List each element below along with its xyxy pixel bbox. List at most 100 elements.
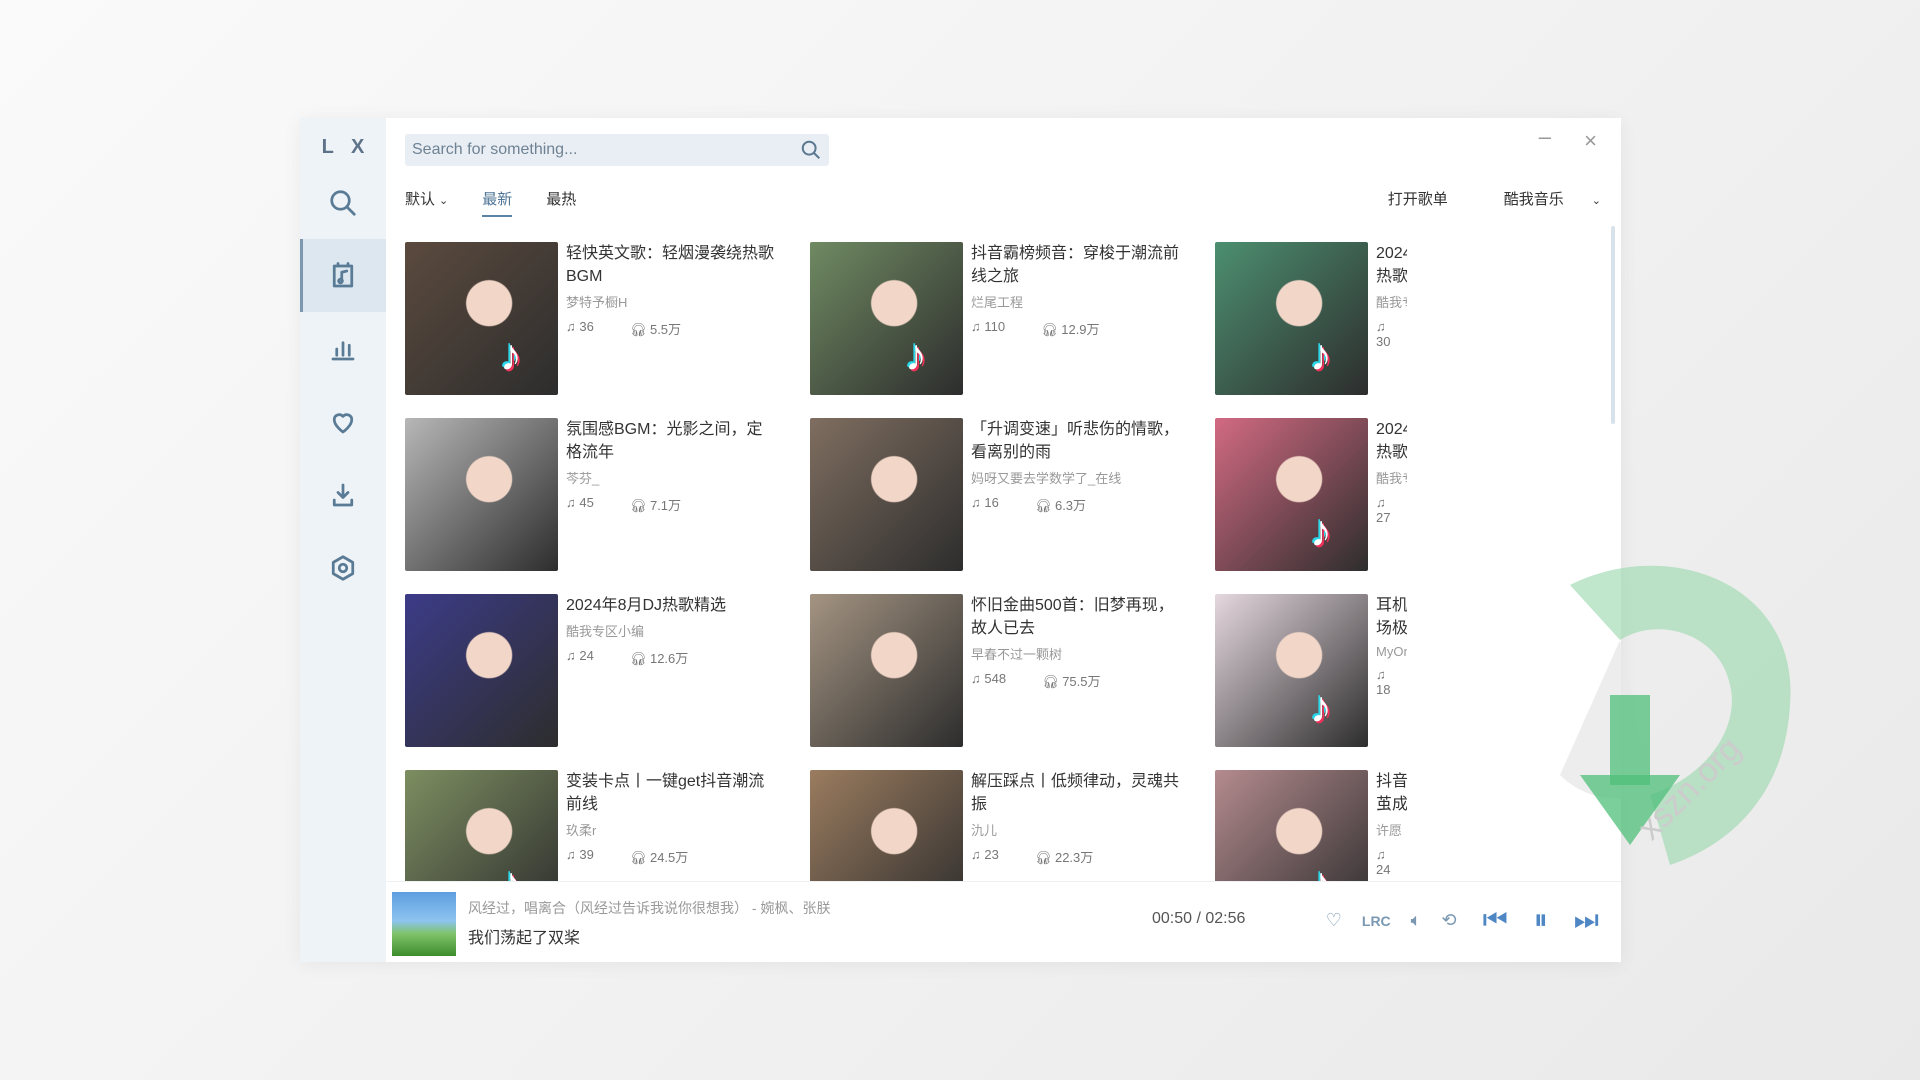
playlist-cover[interactable] <box>405 418 558 571</box>
playlist-card[interactable]: ♪ 2024年8月抖音热歌精选 酷我专区小编 ♫ 27 🎧︎ 20.3万 <box>1215 418 1407 594</box>
play-count: 🎧︎ 24.5万 <box>629 850 689 865</box>
tiktok-icon: ♪ <box>1309 330 1332 380</box>
heart-icon <box>332 412 354 433</box>
playlist-stats: ♫ 24 🎧︎ 63.3万 <box>1376 847 1407 882</box>
playlist-card[interactable]: ♪ 抖音神级曲: 破茧成蝶的氛围感浪漫 许愿 ♫ 24 🎧︎ 63.3万 <box>1215 770 1407 882</box>
playlist-title[interactable]: 氛围感BGM：光影之间，定格流年 <box>566 418 776 464</box>
tiktok-icon: ♪ <box>1309 506 1332 556</box>
playlist-card[interactable]: ♪ 轻快英文歌：轻烟漫袭绕热歌BGM 梦特予橱H ♫ 36 🎧︎ 5.5万 <box>405 242 810 418</box>
sidebar-item-search[interactable] <box>300 166 386 239</box>
close-button[interactable]: × <box>1584 128 1597 154</box>
lyrics-button[interactable]: LRC <box>1362 913 1391 929</box>
playlist-author: 早春不过一颗树 <box>971 647 1063 662</box>
playlist-card[interactable]: ♪ 变装卡点丨一键get抖音潮流前线 玖柔r ♫ 39 🎧︎ 24.5万 <box>405 770 810 882</box>
scrollbar[interactable] <box>1611 226 1615 424</box>
song-count: ♫ 36 <box>566 319 594 334</box>
search-icon[interactable] <box>793 139 829 161</box>
comment-icon[interactable]: ♡ <box>1326 910 1342 931</box>
playlist-cover[interactable]: ♪ <box>1215 770 1368 882</box>
playlist-cover[interactable]: ♪ <box>1215 242 1368 395</box>
playlist-stats: ♫ 16 🎧︎ 6.3万 <box>971 495 1181 514</box>
playlist-card[interactable]: 「升调变速」听悲伤的情歌，看离别的雨 妈呀又要去学数学了_在线 ♫ 16 🎧︎ … <box>810 418 1215 594</box>
playlist-title[interactable]: 抖音霸榜频音：穿梭于潮流前线之旅 <box>971 242 1181 288</box>
playlist-card[interactable]: ♪ 耳机遨风港:来场极致的心动作战 MyOnly ♫ 18 🎧︎ 22万 <box>1215 594 1407 770</box>
playlist-title[interactable]: 耳机遨风港:来场极致的心动作战 <box>1376 594 1407 640</box>
playlist-title[interactable]: 抖音神级曲: 破茧成蝶的氛围感浪漫 <box>1376 770 1407 816</box>
playlist-author: 玖柔r <box>566 823 597 838</box>
sidebar-item-chart[interactable] <box>300 312 386 385</box>
pause-icon[interactable]: ⏸︎ <box>1534 904 1548 937</box>
play-count: 🎧︎ 12.9万 <box>1041 322 1100 337</box>
minimize-button[interactable]: – <box>1539 124 1551 150</box>
playlist-cover[interactable]: ♪ <box>810 242 963 395</box>
player-controls: ♡ LRC 🔈︎ ⟲ ⏮︎ ⏸︎ ⏭︎ <box>1306 904 1599 937</box>
playlist-cover[interactable] <box>810 418 963 571</box>
playlist-title[interactable]: 变装卡点丨一键get抖音潮流前线 <box>566 770 776 816</box>
playlist-title[interactable]: 「升调变速」听悲伤的情歌，看离别的雨 <box>971 418 1181 464</box>
album-cover[interactable] <box>392 892 456 956</box>
playlist-author: MyOnly <box>1376 644 1407 659</box>
playlist-info: 2024年8月抖音热歌精选 酷我专区小编 ♫ 27 🎧︎ 20.3万 <box>1376 418 1407 594</box>
song-count: ♫ 30 <box>1376 319 1391 349</box>
chevron-down-icon: ⌄ <box>439 195 449 207</box>
song-count: ♫ 24 <box>566 648 594 663</box>
repeat-icon[interactable]: ⟲ <box>1441 910 1456 931</box>
playlist-cover[interactable] <box>810 594 963 747</box>
tiktok-icon: ♪ <box>1309 682 1332 732</box>
playlist-cover[interactable] <box>405 594 558 747</box>
playlist-title[interactable]: 轻快英文歌：轻烟漫袭绕热歌BGM <box>566 242 776 288</box>
playlist-card[interactable]: ♪ 2024年9月抖音热歌精选 酷我专区小编 ♫ 30 🎧︎ 22.9万 <box>1215 242 1407 418</box>
sidebar-item-favorites[interactable] <box>300 385 386 458</box>
previous-icon[interactable]: ⏮︎ <box>1483 904 1508 937</box>
search-input[interactable] <box>405 140 793 160</box>
song-count: ♫ 23 <box>971 847 999 862</box>
playlist-card[interactable]: 氛围感BGM：光影之间，定格流年 芩芬_ ♫ 45 🎧︎ 7.1万 <box>405 418 810 594</box>
playlist-title[interactable]: 2024年8月DJ热歌精选 <box>566 594 776 617</box>
sidebar-item-settings[interactable] <box>300 531 386 604</box>
playlist-author: 氿儿 <box>971 823 998 838</box>
playlist-title[interactable]: 解压踩点丨低频律动，灵魂共振 <box>971 770 1181 816</box>
playlist-author: 酷我专区小编 <box>1376 295 1407 310</box>
watermark-logo: xszn.org <box>1560 565 1791 865</box>
tiktok-icon: ♪ <box>904 330 927 380</box>
tab-hottest[interactable]: 最热 <box>546 188 576 217</box>
playlist-card[interactable]: ♪ 抖音霸榜频音：穿梭于潮流前线之旅 烂尾工程 ♫ 110 🎧︎ 12.9万 <box>810 242 1215 418</box>
tab-default[interactable]: 默认 ⌄ <box>405 188 448 217</box>
playlist-card[interactable]: 2024年8月DJ热歌精选 酷我专区小编 ♫ 24 🎧︎ 12.6万 <box>405 594 810 770</box>
playlist-title[interactable]: 2024年8月抖音热歌精选 <box>1376 418 1407 464</box>
playlist-info: 解压踩点丨低频律动，灵魂共振 氿儿 ♫ 23 🎧︎ 22.3万 <box>971 770 1181 882</box>
sidebar-item-songlist[interactable] <box>300 239 386 312</box>
tab-newest[interactable]: 最新 <box>482 188 513 217</box>
sidebar-item-download[interactable] <box>300 458 386 531</box>
search-box[interactable] <box>405 134 829 166</box>
playlist-card[interactable]: 解压踩点丨低频律动，灵魂共振 氿儿 ♫ 23 🎧︎ 22.3万 <box>810 770 1215 882</box>
playlist-cover[interactable]: ♪ <box>1215 418 1368 571</box>
playlist-info: 2024年9月抖音热歌精选 酷我专区小编 ♫ 30 🎧︎ 22.9万 <box>1376 242 1407 418</box>
playlist-title[interactable]: 2024年9月抖音热歌精选 <box>1376 242 1407 288</box>
playlist-cover[interactable]: ♪ <box>405 242 558 395</box>
main-panel: – × 默认⌄ 最新 最热 打开歌单 酷我音乐⌄ ♪ 轻快英文歌：轻烟漫袭绕热歌… <box>386 118 1621 962</box>
playlist-author: 妈呀又要去学数学了_在线 <box>971 471 1122 486</box>
player-bar: 风经过，唱离合（风经过告诉我说你很想我） - 婉枫、张朕 我们荡起了双桨 00:… <box>386 881 1621 962</box>
playlist-info: 抖音霸榜频音：穿梭于潮流前线之旅 烂尾工程 ♫ 110 🎧︎ 12.9万 <box>971 242 1181 418</box>
playlist-card[interactable]: 怀旧金曲500首：旧梦再现，故人已去 早春不过一颗树 ♫ 548 🎧︎ 75.5… <box>810 594 1215 770</box>
playlist-stats: ♫ 18 🎧︎ 22万 <box>1376 667 1407 717</box>
song-count: ♫ 24 <box>1376 847 1391 877</box>
volume-icon[interactable]: 🔈︎ <box>1411 910 1422 931</box>
playlist-cover[interactable]: ♪ <box>405 770 558 882</box>
current-lyric: 我们荡起了双桨 <box>468 930 581 947</box>
next-icon[interactable]: ⏭︎ <box>1574 904 1599 937</box>
chevron-down-icon: ⌄ <box>1591 195 1601 207</box>
playlist-cover[interactable] <box>810 770 963 882</box>
playlist-stats: ♫ 110 🎧︎ 12.9万 <box>971 319 1181 338</box>
song-count: ♫ 16 <box>971 495 999 510</box>
playlist-cover[interactable]: ♪ <box>1215 594 1368 747</box>
tiktok-icon: ♪ <box>500 859 522 882</box>
playlist-title[interactable]: 怀旧金曲500首：旧梦再现，故人已去 <box>971 594 1181 640</box>
sidebar: L X <box>300 118 386 962</box>
source-selector[interactable]: 酷我音乐 ⌄ <box>1476 188 1601 209</box>
open-playlist-link[interactable]: 打开歌单 <box>1388 188 1448 209</box>
app-window: L X – × 默认⌄ 最新 最热 <box>300 118 1621 962</box>
song-title[interactable]: 风经过，唱离合（风经过告诉我说你很想我） - 婉枫、张朕 <box>468 898 830 918</box>
tiktok-icon: ♪ <box>1310 859 1332 882</box>
